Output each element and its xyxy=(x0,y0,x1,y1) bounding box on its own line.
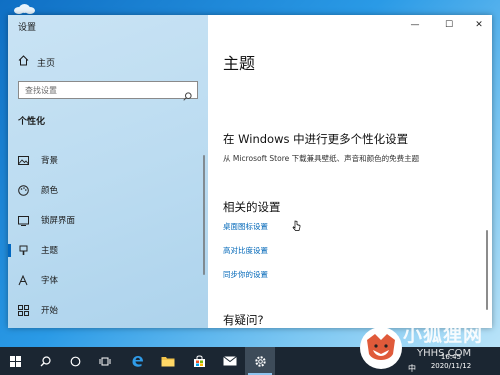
sidebar-item-label: 字体 xyxy=(41,276,59,286)
theme-brush-icon xyxy=(18,245,29,256)
home-icon xyxy=(18,55,29,69)
sidebar-item-fonts[interactable]: 字体 xyxy=(8,265,208,295)
settings-window: 设置 主页 个性化 背景 xyxy=(8,15,492,328)
search-icon[interactable] xyxy=(30,347,60,375)
mouse-cursor-icon xyxy=(292,217,301,236)
edge-icon[interactable] xyxy=(122,347,152,375)
page-title: 主题 xyxy=(223,54,256,73)
store-heading: 在 Windows 中进行更多个性化设置 xyxy=(223,132,409,146)
sidebar-item-lockscreen[interactable]: 锁屏界面 xyxy=(8,205,208,235)
store-description: 从 Microsoft Store 下载兼具壁纸、声音和颜色的免费主题 xyxy=(223,154,420,163)
sidebar-home[interactable]: 主页 xyxy=(18,55,55,69)
main-content: — ☐ ✕ 主题 在 Windows 中进行更多个性化设置 从 Microsof… xyxy=(208,15,492,328)
sidebar-item-label: 背景 xyxy=(41,156,59,166)
windows-start-icon[interactable] xyxy=(0,347,30,375)
related-settings-heading: 相关的设置 xyxy=(223,200,281,214)
sidebar-home-label: 主页 xyxy=(37,58,56,69)
minimize-button[interactable]: — xyxy=(400,15,430,35)
sidebar-item-label: 主题 xyxy=(41,246,59,256)
watermark: 小狐狸网 YHHS.COM xyxy=(355,318,500,375)
desktop-icon-settings-link[interactable]: 桌面图标设置 xyxy=(223,221,268,232)
sidebar-item-label: 颜色 xyxy=(41,186,59,196)
sidebar-nav: 背景 颜色 锁屏界面 主题 字体 开始 xyxy=(8,145,208,325)
lockscreen-icon xyxy=(18,215,29,226)
settings-gear-icon[interactable] xyxy=(245,347,275,375)
image-icon xyxy=(18,155,29,166)
sync-settings-link[interactable]: 同步你的设置 xyxy=(223,269,268,280)
file-explorer-icon[interactable] xyxy=(153,347,183,375)
sidebar-item-colors[interactable]: 颜色 xyxy=(8,175,208,205)
window-title: 设置 xyxy=(18,23,37,33)
sidebar-item-label: 开始 xyxy=(41,306,59,316)
close-button[interactable]: ✕ xyxy=(464,15,492,35)
section-title: 个性化 xyxy=(18,117,46,127)
settings-search-box[interactable] xyxy=(18,81,198,101)
palette-icon xyxy=(18,184,29,196)
main-scrollbar[interactable] xyxy=(486,230,488,310)
sidebar-item-themes[interactable]: 主题 xyxy=(8,235,208,265)
sidebar-scrollbar[interactable] xyxy=(203,155,205,275)
task-view-icon[interactable] xyxy=(90,347,120,375)
maximize-button[interactable]: ☐ xyxy=(434,15,464,35)
cortana-icon[interactable] xyxy=(60,347,90,375)
fox-logo-icon xyxy=(360,327,402,369)
watermark-text: 小狐狸网 xyxy=(403,324,484,346)
font-icon xyxy=(18,274,29,286)
help-heading: 有疑问? xyxy=(223,313,264,327)
settings-sidebar: 设置 主页 个性化 背景 xyxy=(8,15,208,328)
sidebar-item-start[interactable]: 开始 xyxy=(8,295,208,325)
search-input[interactable] xyxy=(19,85,169,95)
sidebar-item-label: 锁屏界面 xyxy=(41,216,76,226)
sidebar-item-background[interactable]: 背景 xyxy=(8,145,208,175)
watermark-url: YHHS.COM xyxy=(417,348,472,359)
store-icon[interactable] xyxy=(184,347,214,375)
mail-icon[interactable] xyxy=(215,347,245,375)
search-icon[interactable] xyxy=(183,86,192,105)
start-icon xyxy=(18,304,29,316)
high-contrast-settings-link[interactable]: 高对比度设置 xyxy=(223,245,268,256)
cloud-icon xyxy=(14,4,36,14)
